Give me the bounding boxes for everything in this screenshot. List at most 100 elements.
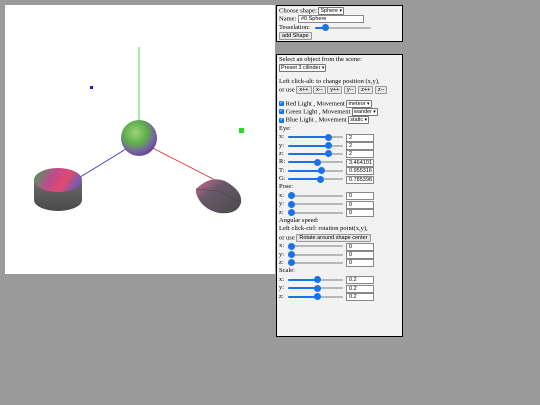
pose-label: Pose: <box>279 183 294 191</box>
rotate-around-center-button[interactable]: Rotate around shape center <box>296 233 371 242</box>
tesselation-label: Tesselation: <box>279 23 310 31</box>
eye-value-input[interactable]: 3.464101 <box>346 158 374 167</box>
add-shape-panel: Choose shape: Sphere Name: #0 Sphere Tes… <box>276 5 403 42</box>
scale-slider[interactable] <box>288 284 343 292</box>
pose-row: z: 0 <box>279 208 400 218</box>
pose-slider[interactable] <box>288 209 343 217</box>
red-light-movement-select[interactable]: meteor <box>346 99 372 108</box>
scale-value-input[interactable]: 0.2 <box>346 276 374 285</box>
scale-row: z: 0.2 <box>279 292 400 302</box>
green-light-movement-select[interactable]: wander <box>351 107 378 116</box>
green-light-checkbox[interactable]: ✓ <box>279 109 284 115</box>
eye-axis-label: T: <box>279 166 285 174</box>
scale-row: y: 0.2 <box>279 284 400 293</box>
wedge-shape <box>195 179 242 214</box>
scale-slider[interactable] <box>288 276 343 284</box>
pose-axis-label: y: <box>279 200 285 208</box>
angular-speed-slider[interactable] <box>288 251 343 259</box>
scale-axis-label: z: <box>279 292 284 300</box>
scale-value-input[interactable]: 0.2 <box>346 293 374 302</box>
name-label: Name: <box>279 15 297 23</box>
angular-speed-row: z: 0 <box>279 258 400 268</box>
angular-speed-row: x: 0 <box>279 242 400 251</box>
blue-light-movement-select[interactable]: static <box>348 116 370 125</box>
x-plus-button[interactable]: x++ <box>296 86 312 95</box>
angular-speed-value-input[interactable]: 0 <box>346 251 374 260</box>
pose-value-input[interactable]: 0 <box>346 200 374 209</box>
angular-speed-row: y: 0 <box>279 250 400 260</box>
y-plus-button[interactable]: y++ <box>327 86 343 95</box>
red-light-label: Red Light , Movement <box>285 100 345 108</box>
blue-light-label: Blue Light , Movement <box>285 116 347 124</box>
eye-value-input[interactable]: 2 <box>346 133 374 142</box>
red-light-checkbox[interactable]: ✓ <box>279 101 284 107</box>
eye-value-input[interactable]: 0.785398 <box>346 175 374 184</box>
eye-axis-label: G: <box>279 175 286 183</box>
select-object-label: Select an object from the scene: <box>279 56 362 63</box>
name-input[interactable]: #0 Sphere <box>297 15 364 24</box>
or-use-label-2: or use <box>279 234 295 242</box>
scale-axis-label: y: <box>279 284 285 292</box>
pose-controls: x: 0 y: 0 z: 0 <box>279 191 400 218</box>
shape-select[interactable]: Sphere <box>318 7 345 15</box>
pose-axis-label: x: <box>279 191 285 199</box>
green-light-row: ✓ Green Light , Movement wander <box>279 107 400 116</box>
angular-speed-axis-label: z: <box>279 258 284 266</box>
scale-axis-label: x: <box>279 275 285 283</box>
scale-slider[interactable] <box>288 293 343 301</box>
x-minus-button[interactable]: x-- <box>313 86 326 95</box>
eye-value-input[interactable]: 2 <box>346 142 374 151</box>
blue-light-checkbox[interactable]: ✓ <box>279 117 284 123</box>
pose-value-input[interactable]: 0 <box>346 192 374 201</box>
eye-label: Eye: <box>279 124 291 132</box>
angular-speed-slider[interactable] <box>288 259 343 267</box>
pose-slider[interactable] <box>288 192 343 200</box>
angular-speed-value-input[interactable]: 0 <box>346 259 374 268</box>
add-shape-button[interactable]: add Shape <box>279 32 312 41</box>
pose-row: y: 0 <box>279 200 400 209</box>
eye-axis-label: R: <box>279 158 286 166</box>
eye-axis-label: y: <box>279 141 285 149</box>
left-click-alt-hint: Left click-alt: to change position (x,y)… <box>279 77 380 85</box>
blue-light-row: ✓ Blue Light , Movement static <box>279 116 400 125</box>
scale-controls: x: 0.2 y: 0.2 z: 0.2 <box>279 275 400 302</box>
eye-slider[interactable] <box>288 167 343 175</box>
green-light-marker <box>239 128 244 133</box>
eye-slider[interactable] <box>288 133 343 141</box>
scale-row: x: 0.2 <box>279 275 400 285</box>
tesselation-slider[interactable] <box>315 24 371 32</box>
eye-row: z: 2 <box>279 149 400 159</box>
scale-value-input[interactable]: 0.2 <box>346 284 374 293</box>
choose-shape-label: Choose shape: <box>279 7 317 15</box>
eye-row: R: 3.464101 <box>279 158 400 167</box>
scale-label: Scale: <box>279 267 295 275</box>
eye-row: T: 0.955316 <box>279 166 400 176</box>
angular-speed-value-input[interactable]: 0 <box>346 242 374 251</box>
pose-axis-label: z: <box>279 208 284 216</box>
eye-slider[interactable] <box>288 142 343 150</box>
eye-controls: x: 2 y: 2 z: 2 R: 3.464101 T: 0.955316 G: 0.785398 <box>279 133 400 184</box>
or-use-label: or use <box>279 86 295 94</box>
webgl-canvas[interactable] <box>5 5 275 274</box>
z-plus-button[interactable]: z++ <box>358 86 374 95</box>
angular-speed-slider[interactable] <box>288 242 343 250</box>
angular-speed-label: Angular speed: <box>279 217 319 225</box>
pose-value-input[interactable]: 0 <box>346 209 374 218</box>
eye-axis-label: z: <box>279 149 284 157</box>
object-select[interactable]: Preset 3 cilinder <box>279 64 327 73</box>
z-minus-button[interactable]: z-- <box>374 86 388 95</box>
y-minus-button[interactable]: y-- <box>344 86 357 95</box>
eye-slider[interactable] <box>288 150 343 158</box>
eye-row: G: 0.785398 <box>279 175 400 184</box>
sphere-shape <box>121 120 157 156</box>
angular-speed-axis-label: y: <box>279 250 285 258</box>
eye-value-input[interactable]: 2 <box>346 150 374 159</box>
left-click-ctrl-hint: Left click-ctrl: rotation point(x,y), <box>279 225 368 233</box>
eye-axis-label: x: <box>279 133 285 141</box>
eye-slider[interactable] <box>288 175 343 183</box>
green-light-label: Green Light , Movement <box>285 108 351 116</box>
eye-value-input[interactable]: 0.955316 <box>346 167 374 176</box>
pose-slider[interactable] <box>288 200 343 208</box>
eye-slider[interactable] <box>288 158 343 166</box>
object-panel: Select an object from the scene: Preset … <box>276 54 403 337</box>
